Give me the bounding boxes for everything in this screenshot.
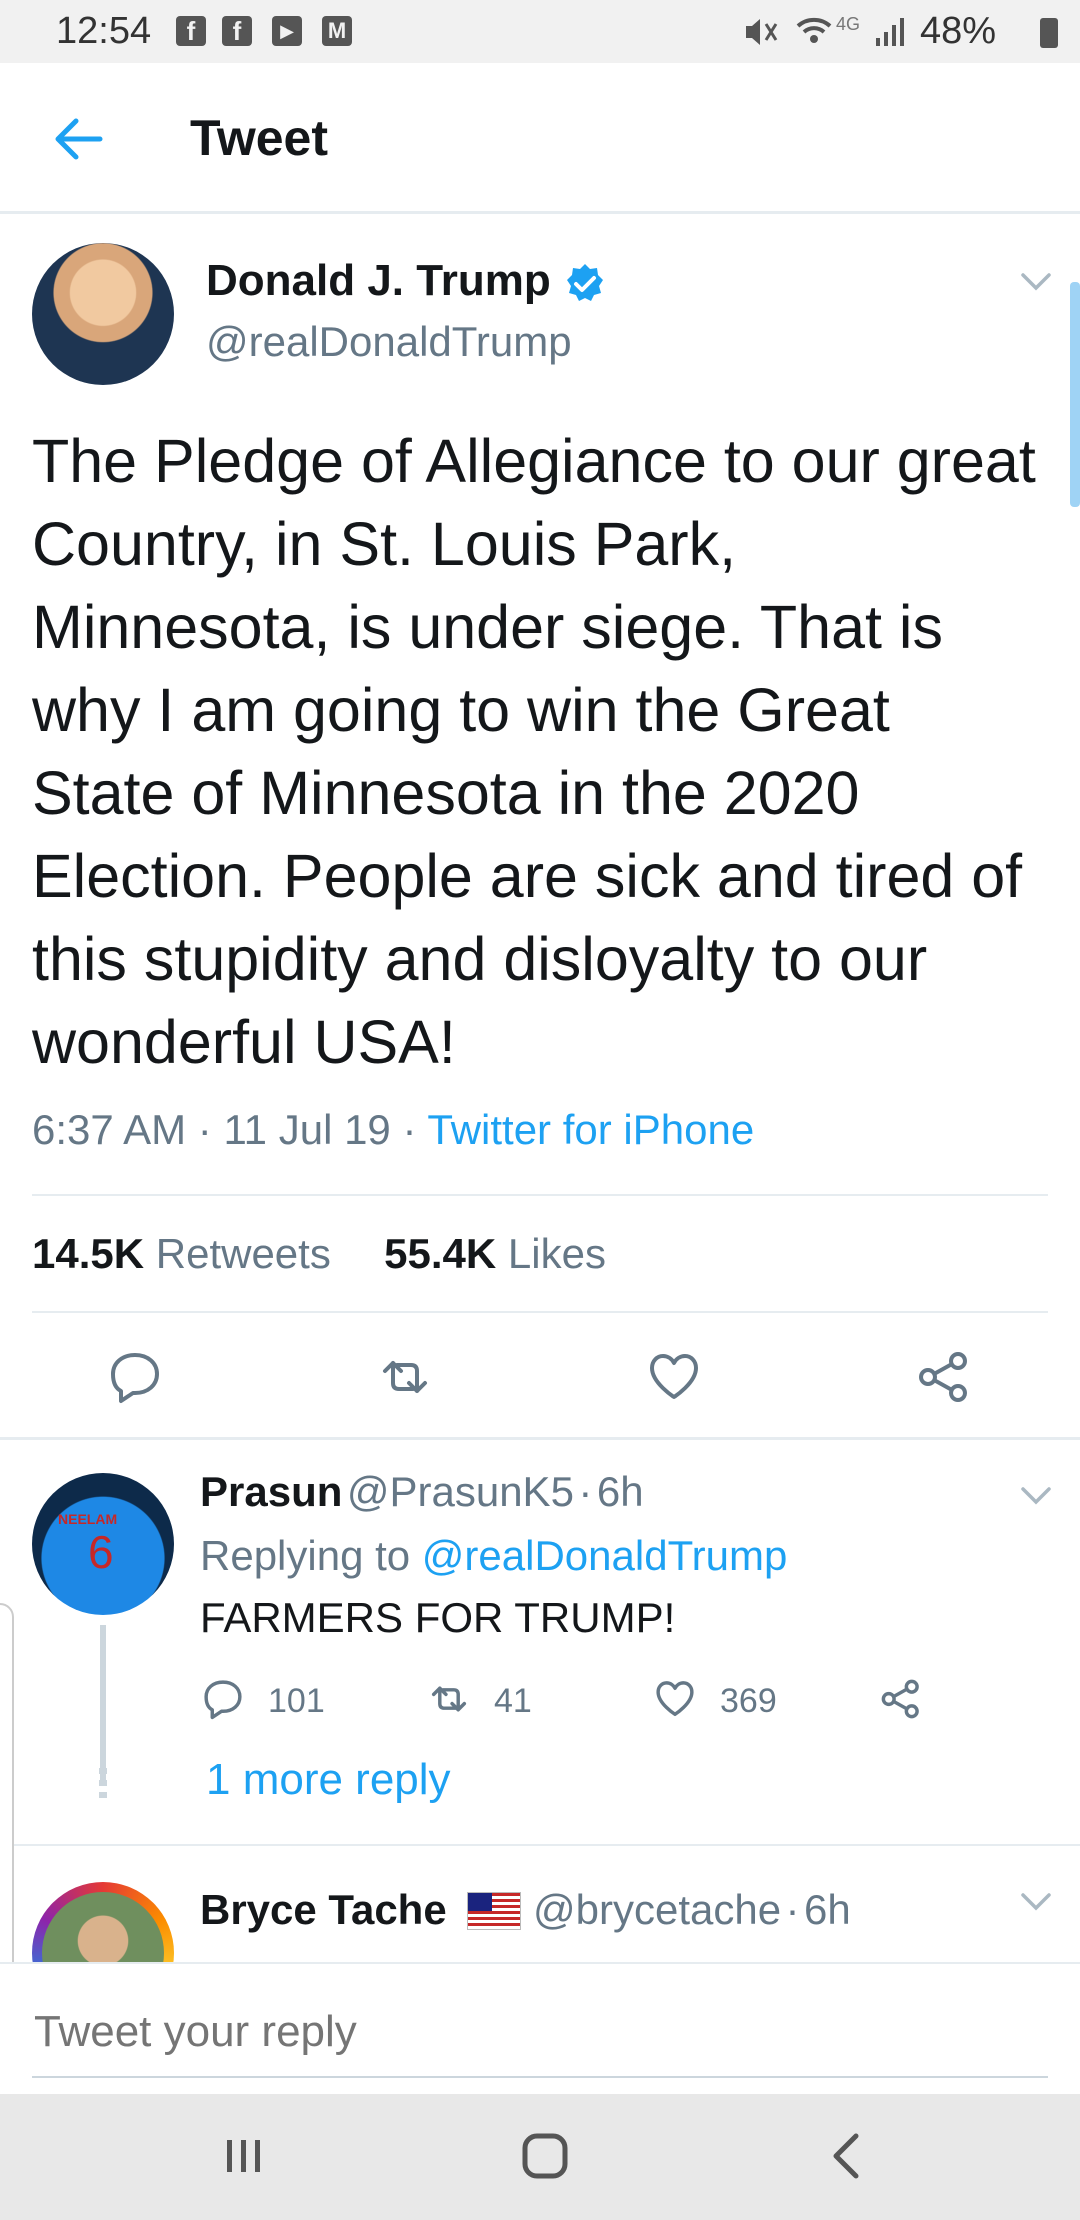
reply-icon[interactable]	[105, 1347, 165, 1407]
thread-continuation-dots	[99, 1768, 107, 1800]
divider	[32, 1194, 1048, 1196]
reply-author-handle[interactable]: @PrasunK5	[347, 1468, 574, 1515]
status-time: 12:54	[56, 10, 152, 52]
youtube-icon: ▶	[272, 16, 302, 46]
retweets-label: Retweets	[155, 1230, 331, 1277]
more-replies-link[interactable]: 1 more reply	[206, 1755, 451, 1805]
reply-author-handle[interactable]: @brycetache	[533, 1886, 781, 1933]
top-app-bar: Tweet	[0, 63, 1080, 214]
battery-percent: 48%	[920, 10, 997, 52]
reply-header: Prasun @PrasunK5 · 6h	[200, 1468, 644, 1516]
meta-separator: ·	[785, 1886, 800, 1933]
like-count: 369	[720, 1682, 777, 1720]
reply-author-name[interactable]: Bryce Tache	[200, 1886, 447, 1933]
share-icon[interactable]	[878, 1676, 924, 1722]
retweet-icon[interactable]	[375, 1347, 435, 1407]
home-icon[interactable]	[509, 2124, 579, 2188]
system-nav-bar	[0, 2094, 1080, 2220]
chevron-down-icon[interactable]	[1020, 1892, 1052, 1912]
retweets-stat[interactable]: 14.5K Retweets	[32, 1230, 331, 1277]
battery-icon	[1040, 18, 1058, 48]
divider	[0, 1844, 1080, 1846]
retweet-count: 41	[494, 1682, 532, 1720]
author-name[interactable]: Donald J. Trump	[206, 256, 551, 306]
reply-header: Bryce Tache	[200, 1886, 447, 1934]
status-bar: 12:54 f f ▶ M 4G 48%	[0, 0, 1080, 63]
divider	[32, 1311, 1048, 1313]
back-arrow-icon[interactable]	[50, 111, 106, 167]
wifi-icon	[796, 17, 832, 43]
author-avatar[interactable]	[32, 243, 174, 385]
page-title: Tweet	[190, 110, 328, 166]
signal-icon	[876, 18, 904, 46]
jersey-number: 6	[88, 1526, 114, 1578]
like-heart-icon[interactable]	[644, 1347, 704, 1407]
reply-age: 6h	[596, 1468, 644, 1515]
meta-separator: ·	[578, 1468, 593, 1515]
chevron-down-icon[interactable]	[1020, 1486, 1052, 1506]
tweet-date: 11 Jul 19	[223, 1106, 391, 1153]
likes-stat[interactable]: 55.4K Likes	[384, 1230, 606, 1277]
tweet-text: The Pledge of Allegiance to our great Co…	[32, 427, 1036, 1076]
reply-header-meta: @brycetache · 6h	[533, 1886, 851, 1934]
tweet-time: 6:37 AM	[32, 1106, 187, 1153]
recent-apps-icon[interactable]	[209, 2124, 279, 2188]
reply-count: 101	[268, 1682, 325, 1720]
mute-icon	[746, 19, 778, 45]
likes-label: Likes	[507, 1230, 606, 1277]
facebook-icon: f	[176, 16, 206, 46]
replying-to-label: Replying to	[200, 1532, 411, 1579]
retweet-icon[interactable]	[426, 1676, 472, 1722]
network-type: 4G	[836, 14, 861, 34]
thread-line	[100, 1625, 106, 1785]
scrollbar-thumb[interactable]	[1070, 282, 1080, 507]
reply-text: FARMERS FOR TRUMP!	[200, 1594, 676, 1641]
reply-composer	[0, 1962, 1080, 2096]
tweet-meta: 6:37 AM · 11 Jul 19 · Twitter for iPhone	[32, 1106, 754, 1154]
author-handle[interactable]: @realDonaldTrump	[206, 318, 572, 366]
likes-count: 55.4K	[384, 1230, 497, 1277]
retweets-count: 14.5K	[32, 1230, 145, 1277]
replying-to-mention[interactable]: @realDonaldTrump	[422, 1532, 788, 1579]
reply-author-name[interactable]: Prasun	[200, 1468, 342, 1515]
reply-icon[interactable]	[200, 1676, 246, 1722]
gmail-icon: M	[322, 16, 352, 46]
like-heart-icon[interactable]	[652, 1676, 698, 1722]
verified-badge-icon	[567, 264, 603, 301]
meta-separator: ·	[197, 1106, 224, 1153]
tweet-stats: 14.5K Retweets 55.4K Likes	[32, 1230, 606, 1278]
tweet-source-link[interactable]: Twitter for iPhone	[427, 1106, 754, 1153]
reply-input[interactable]	[32, 2006, 936, 2058]
replying-to-line: Replying to @realDonaldTrump	[200, 1532, 787, 1580]
meta-separator: ·	[402, 1106, 428, 1153]
input-underline	[32, 2076, 1048, 2078]
us-flag-icon	[467, 1892, 521, 1930]
back-nav-icon[interactable]	[812, 2124, 882, 2188]
chevron-down-icon[interactable]	[1020, 272, 1052, 292]
reply-age: 6h	[804, 1886, 851, 1933]
share-icon[interactable]	[914, 1347, 974, 1407]
section-divider	[0, 1437, 1080, 1440]
reply-avatar[interactable]: NEELAM 6	[32, 1473, 174, 1615]
facebook-icon: f	[222, 16, 252, 46]
